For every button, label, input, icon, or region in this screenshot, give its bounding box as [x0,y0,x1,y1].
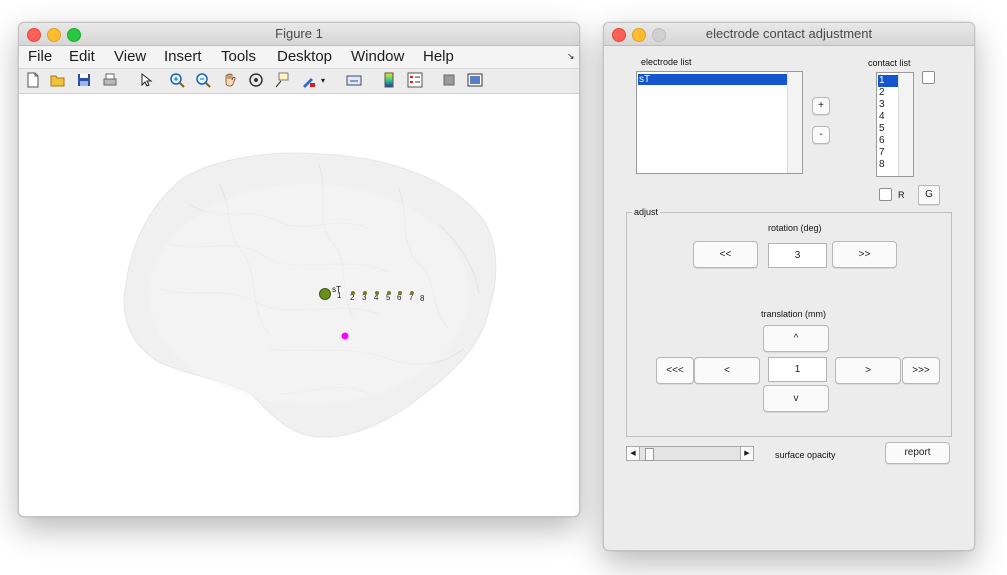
menu-tools[interactable]: Tools [221,48,256,65]
translate-down-button[interactable]: v [763,385,829,412]
contact-dot-2[interactable] [351,291,355,295]
new-figure-icon[interactable] [24,72,42,90]
print-icon[interactable] [101,72,119,90]
adjust-window-title: electrode contact adjustment [705,26,873,41]
contact-dot-5[interactable] [387,291,391,295]
g-button[interactable]: G [918,185,940,205]
legend-icon[interactable] [406,72,424,90]
contact-list-item[interactable]: 3 [878,99,898,111]
rotate-right-button[interactable]: >> [832,241,897,268]
hide-plot-tools-icon[interactable] [440,72,458,90]
surface-opacity-slider[interactable]: ◀ ▶ [626,446,754,461]
electrode-list-scrollbar[interactable] [787,72,802,173]
save-icon[interactable] [75,72,93,90]
zoom-window-button [652,28,666,42]
translate-right-button[interactable]: > [835,357,901,384]
rotate-left-button[interactable]: << [693,241,758,268]
brush-icon[interactable] [299,72,317,90]
pointer-icon[interactable] [136,72,154,90]
translation-label: translation (mm) [761,309,827,319]
contact-list-item[interactable]: 2 [878,87,898,99]
slider-thumb[interactable] [644,448,654,461]
zoom-window-button[interactable] [67,28,81,42]
open-file-icon[interactable] [49,72,67,90]
brush-dropdown-icon[interactable]: ▾ [318,72,328,90]
contact-toggle-checkbox[interactable] [922,71,935,84]
contact-list-label: contact list [868,58,911,68]
figure-menubar: File Edit View Insert Tools Desktop Wind… [19,46,579,69]
slider-right-arrow-icon[interactable]: ▶ [740,447,753,460]
figure-window: Figure 1 File Edit View Insert Tools Des… [18,22,580,517]
contact-list-scrollbar[interactable] [898,73,913,176]
add-electrode-button[interactable]: + [812,97,830,115]
pan-hand-icon[interactable] [221,72,239,90]
contact-list-item[interactable]: 8 [878,159,898,171]
rotate-3d-icon[interactable] [247,72,265,90]
figure-toolbar: ▾ [19,69,579,94]
show-plot-tools-icon[interactable] [466,72,484,90]
close-window-button[interactable] [612,28,626,42]
electrode-listbox[interactable]: sT [636,71,803,174]
zoom-out-icon[interactable] [194,72,212,90]
menu-edit[interactable]: Edit [69,48,95,65]
minimize-window-button[interactable] [632,28,646,42]
undock-icon[interactable]: ↘ [567,51,575,62]
figure-title: Figure 1 [275,26,323,41]
adjust-panel-label: adjust [632,207,661,217]
contact-list-item[interactable]: 1 [878,75,898,87]
figure-titlebar: Figure 1 [19,23,579,46]
contact-list-items: 12345678 [878,75,898,171]
minimize-window-button[interactable] [47,28,61,42]
electrode-list-label: electrode list [641,57,692,67]
contact-dot-7[interactable] [410,291,414,295]
data-cursor-icon[interactable] [273,72,291,90]
slider-left-arrow-icon[interactable]: ◀ [627,447,640,460]
close-window-button[interactable] [27,28,41,42]
r-label: R [898,190,905,200]
contact-dot-4[interactable] [375,291,379,295]
contact-label-8: 8 [420,294,425,303]
rotation-label: rotation (deg) [768,223,822,233]
menu-file[interactable]: File [28,48,52,65]
menu-desktop[interactable]: Desktop [277,48,332,65]
translation-value-field[interactable]: 1 [768,357,827,382]
contact-marker-1[interactable] [319,288,331,300]
brain-3d-axes[interactable]: sT 1 2 3 4 5 6 7 8 [19,94,579,516]
menu-view[interactable]: View [114,48,146,65]
remove-electrode-button[interactable]: - [812,126,830,144]
adjust-window: electrode contact adjustment electrode l… [603,22,975,551]
translate-far-right-button[interactable]: >>> [902,357,940,384]
report-button[interactable]: report [885,442,950,464]
contact-list-item[interactable]: 6 [878,135,898,147]
translate-far-left-button[interactable]: <<< [656,357,694,384]
adjust-titlebar: electrode contact adjustment [604,23,974,46]
translate-left-button[interactable]: < [694,357,760,384]
menu-help[interactable]: Help [423,48,454,65]
contact-label-1: 1 [337,291,342,300]
menu-window[interactable]: Window [351,48,404,65]
rotation-value-field[interactable]: 3 [768,243,827,268]
target-marker[interactable] [341,332,349,340]
contact-list-item[interactable]: 5 [878,123,898,135]
translate-up-button[interactable]: ^ [763,325,829,352]
colorbar-icon[interactable] [380,72,398,90]
zoom-in-icon[interactable] [168,72,186,90]
link-plot-icon[interactable] [345,72,363,90]
contact-listbox[interactable]: 12345678 [876,72,914,177]
brain-render[interactable]: sT 1 2 3 4 5 6 7 8 [19,94,579,516]
r-checkbox[interactable] [879,188,892,201]
electrode-list-item[interactable]: sT [638,74,787,85]
contact-dot-6[interactable] [398,291,402,295]
contact-list-item[interactable]: 7 [878,147,898,159]
contact-list-item[interactable]: 4 [878,111,898,123]
contact-dot-3[interactable] [363,291,367,295]
menu-insert[interactable]: Insert [164,48,202,65]
surface-opacity-label: surface opacity [775,450,836,460]
